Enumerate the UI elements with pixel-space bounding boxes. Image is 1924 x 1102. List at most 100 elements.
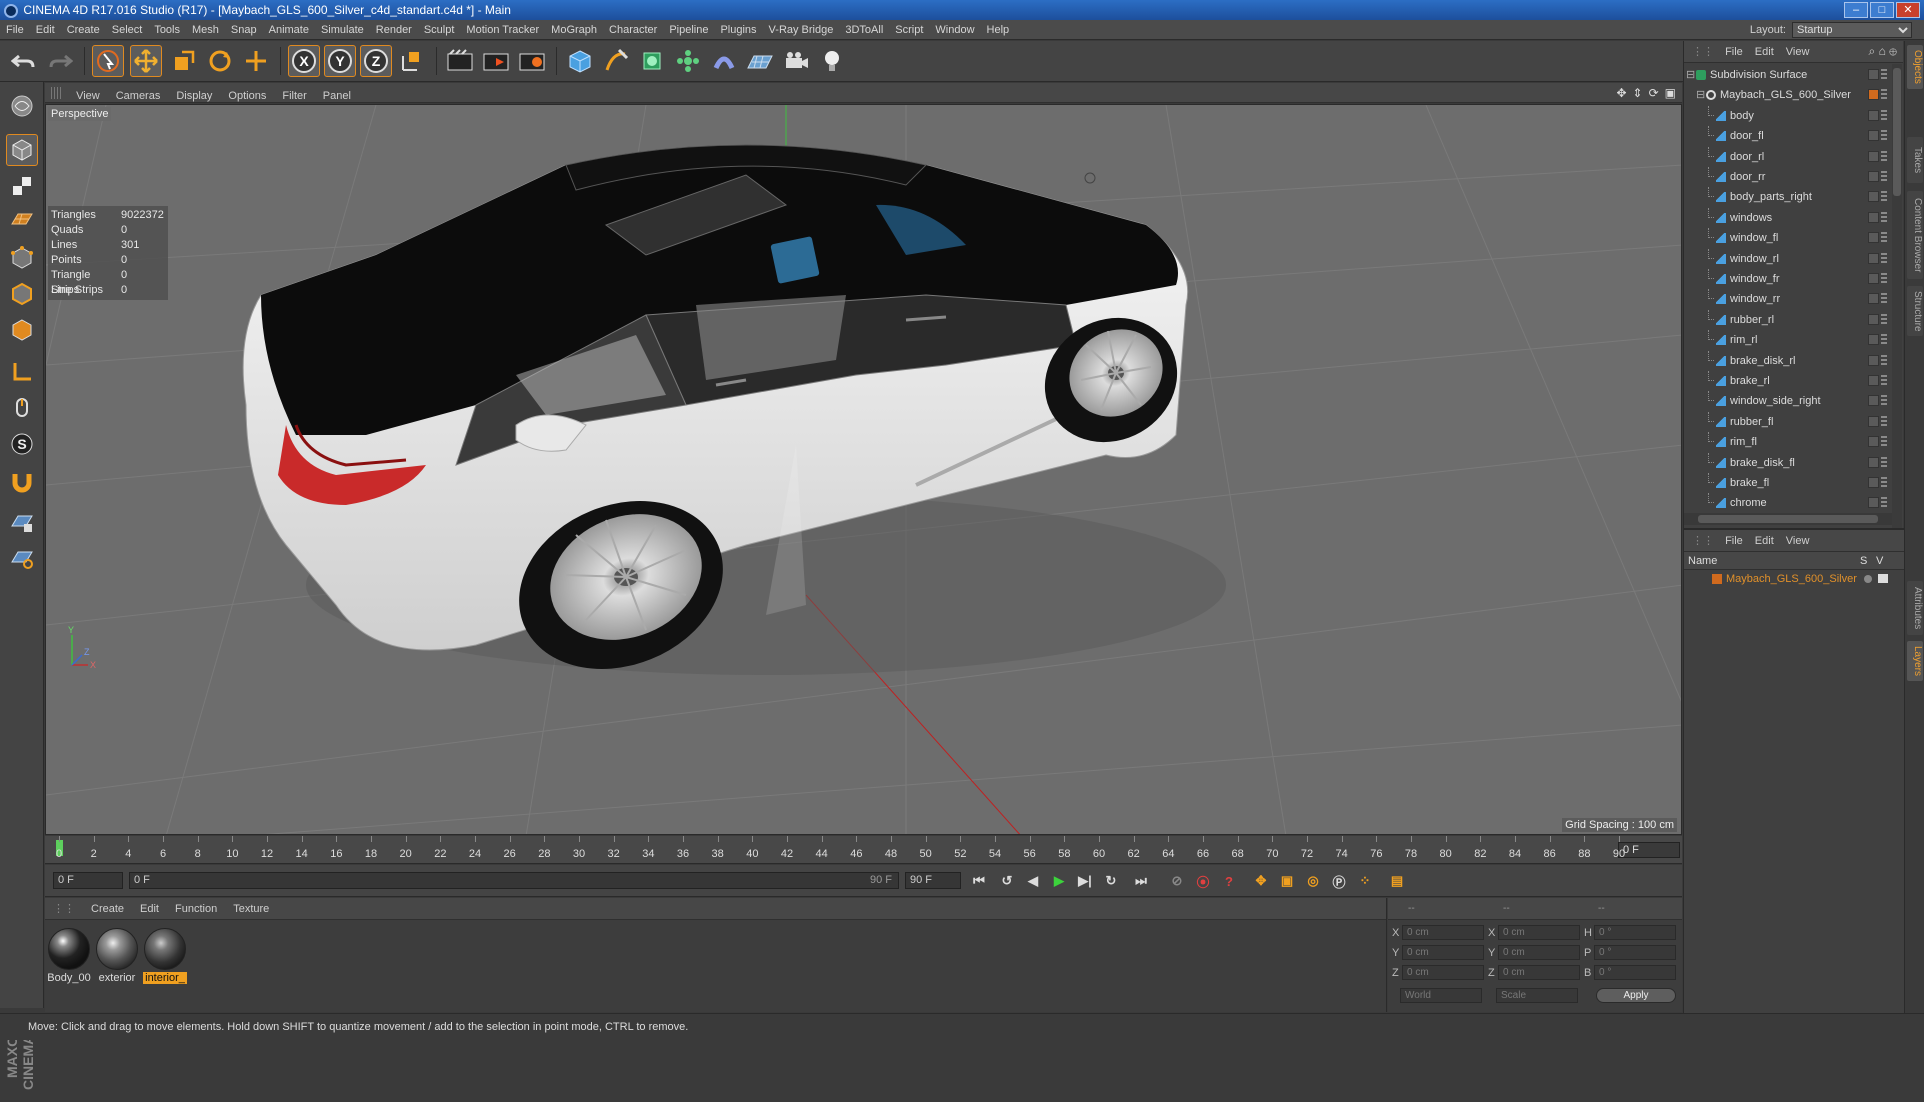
side-tab-layers[interactable]: Layers (1907, 641, 1923, 681)
size-z-field[interactable]: 0 cm (1498, 965, 1580, 980)
model-mode-icon[interactable] (6, 134, 38, 166)
make-editable-icon[interactable] (6, 90, 38, 122)
visibility-dots-icon[interactable] (1881, 232, 1887, 244)
material-swatch[interactable]: exterior (95, 928, 139, 984)
menu-snap[interactable]: Snap (225, 20, 263, 40)
lock-workplane-icon[interactable] (6, 506, 38, 538)
snap-icon[interactable]: S (6, 428, 38, 460)
object-tag-icon[interactable] (1868, 456, 1879, 468)
pen-spline-icon[interactable] (600, 45, 632, 77)
viewport-menu-panel[interactable]: Panel (315, 86, 359, 106)
go-to-previous-key-icon[interactable]: ↺ (995, 869, 1019, 893)
panel-grip[interactable]: ⋮⋮ (45, 898, 83, 920)
object-tag-icon[interactable] (1868, 211, 1879, 223)
object-tree-row[interactable]: window_fr (1684, 269, 1892, 289)
object-tag-icon[interactable] (1868, 415, 1879, 427)
menu-3dtoall[interactable]: 3DToAll (839, 20, 889, 40)
object-tree-row[interactable]: door_fl (1684, 126, 1892, 146)
preview-range-slider[interactable]: 0 F 90 F (129, 872, 899, 889)
menu-create[interactable]: Create (61, 20, 106, 40)
object-tag-icon[interactable] (1868, 313, 1879, 325)
object-tag-icon[interactable] (1868, 109, 1879, 121)
object-tree-row[interactable]: door_rl (1684, 146, 1892, 167)
timeline-current-frame-field[interactable]: 0 F (1618, 842, 1680, 858)
visibility-dots-icon[interactable] (1881, 211, 1887, 223)
menu-script[interactable]: Script (889, 20, 929, 40)
magnet-icon[interactable] (6, 466, 38, 498)
menu-animate[interactable]: Animate (263, 20, 315, 40)
cube-primitive-icon[interactable] (564, 45, 596, 77)
search-icon[interactable]: ⌕ (1869, 44, 1876, 58)
material-menu-edit[interactable]: Edit (132, 898, 167, 920)
redo-icon[interactable] (44, 45, 76, 77)
y-axis-lock-icon[interactable]: Y (324, 45, 356, 77)
viewport-menu-display[interactable]: Display (168, 86, 220, 106)
visibility-dots-icon[interactable] (1881, 354, 1887, 366)
object-tree-row[interactable]: ⊟ Maybach_GLS_600_Silver (1684, 85, 1892, 105)
side-tab-attributes[interactable]: Attributes (1907, 581, 1923, 635)
workplane-mode-icon[interactable] (6, 204, 38, 236)
z-axis-lock-icon[interactable]: Z (360, 45, 392, 77)
undo-icon[interactable] (8, 45, 40, 77)
object-tag-icon[interactable] (1868, 375, 1879, 386)
visibility-dots-icon[interactable] (1881, 252, 1887, 264)
orbit-view-icon[interactable]: ⟳ (1649, 86, 1659, 100)
camera-icon[interactable] (780, 45, 812, 77)
object-tree-row[interactable]: brake_disk_rl (1684, 350, 1892, 371)
position-key-icon[interactable]: ✥ (1249, 869, 1273, 893)
layer-menu-edit[interactable]: Edit (1749, 530, 1780, 552)
object-tag-icon[interactable] (1868, 69, 1879, 80)
size-mode-dropdown[interactable]: Scale (1496, 988, 1578, 1003)
object-tree-row[interactable]: body_parts_right (1684, 187, 1892, 207)
visibility-dots-icon[interactable] (1881, 273, 1887, 284)
visibility-dots-icon[interactable] (1881, 477, 1887, 488)
toggle-views-icon[interactable]: ▣ (1665, 86, 1676, 100)
material-menu-create[interactable]: Create (83, 898, 132, 920)
edges-mode-icon[interactable] (6, 278, 38, 310)
visibility-dots-icon[interactable] (1881, 415, 1887, 427)
size-y-field[interactable]: 0 cm (1498, 945, 1580, 960)
object-tag-icon[interactable] (1868, 354, 1879, 366)
object-tree-row[interactable]: body (1684, 105, 1892, 126)
polygons-mode-icon[interactable] (6, 314, 38, 346)
deformer-icon[interactable] (708, 45, 740, 77)
menu-simulate[interactable]: Simulate (315, 20, 370, 40)
start-frame-field[interactable]: 0 F (53, 872, 123, 889)
visibility-dots-icon[interactable] (1881, 313, 1887, 325)
dolly-view-icon[interactable]: ⇕ (1633, 86, 1643, 100)
object-tag-icon[interactable] (1868, 130, 1879, 142)
material-swatch[interactable]: interior_ (143, 928, 187, 984)
move-tool-icon[interactable] (130, 45, 162, 77)
layer-menu-view[interactable]: View (1780, 530, 1816, 552)
keyframe-selection-icon[interactable]: ? (1217, 869, 1241, 893)
object-tag-icon[interactable] (1868, 232, 1879, 244)
step-forward-icon[interactable]: ▶| (1073, 869, 1097, 893)
rotate-tool-icon[interactable] (204, 45, 236, 77)
render-picture-viewer-icon[interactable] (480, 45, 512, 77)
object-tree-row[interactable]: door_rr (1684, 167, 1892, 187)
render-settings-icon[interactable] (516, 45, 548, 77)
material-menu-texture[interactable]: Texture (225, 898, 277, 920)
menu-render[interactable]: Render (370, 20, 418, 40)
scale-key-icon[interactable]: ▣ (1275, 869, 1299, 893)
render-view-icon[interactable] (444, 45, 476, 77)
close-button[interactable]: ✕ (1896, 2, 1920, 18)
record-active-objects-icon[interactable]: ⊘ (1165, 869, 1189, 893)
point-level-animation-icon[interactable]: ⁘ (1353, 869, 1377, 893)
rotation-key-icon[interactable]: ◎ (1301, 869, 1325, 893)
coordinate-system-icon[interactable] (396, 45, 428, 77)
menu-window[interactable]: Window (929, 20, 980, 40)
axis-mode-icon[interactable] (6, 356, 38, 388)
play-forward-icon[interactable]: ▶ (1047, 869, 1071, 893)
step-back-icon[interactable]: ◀ (1021, 869, 1045, 893)
points-mode-icon[interactable] (6, 242, 38, 274)
object-tree-row[interactable]: ⊟ Subdivision Surface (1684, 65, 1892, 85)
layer-row[interactable]: Maybach_GLS_600_Silver (1684, 570, 1904, 588)
position-z-field[interactable]: 0 cm (1402, 965, 1484, 980)
layer-menu-file[interactable]: File (1719, 530, 1749, 552)
visibility-dots-icon[interactable] (1881, 171, 1887, 182)
layer-solo-toggle[interactable] (1864, 575, 1872, 583)
object-tree-row[interactable]: brake_rl (1684, 371, 1892, 391)
object-tag-icon[interactable] (1868, 334, 1879, 346)
menu-v-ray-bridge[interactable]: V-Ray Bridge (763, 20, 840, 40)
